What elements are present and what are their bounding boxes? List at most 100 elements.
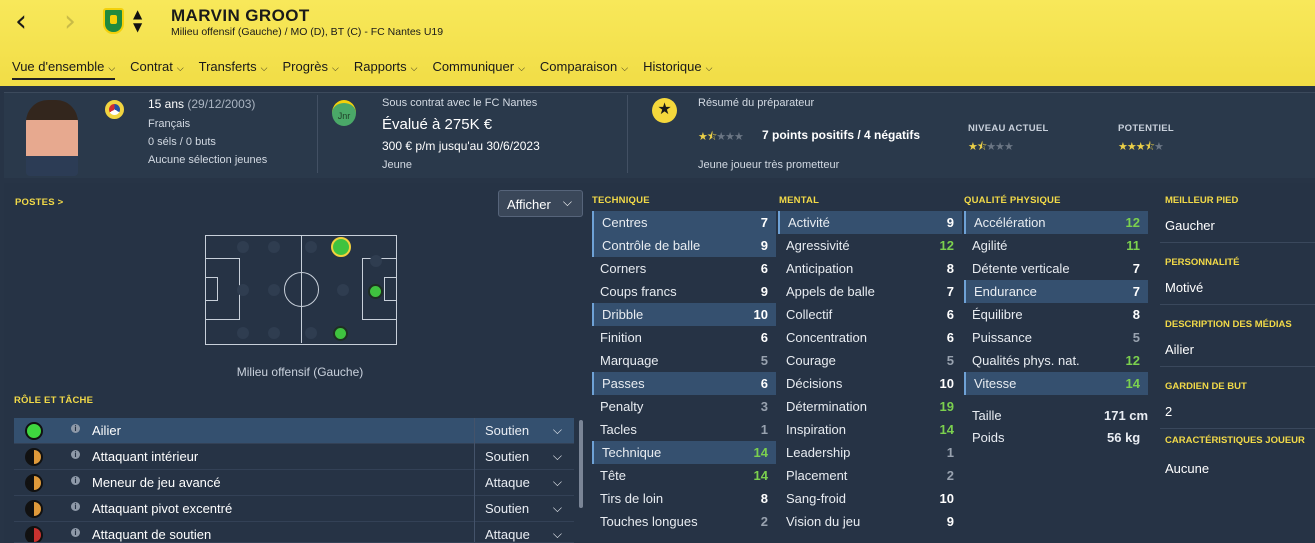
role-row[interactable]: i Attaquant de soutien Attaque ⌵ (14, 522, 574, 543)
attribute-name: Puissance (972, 330, 1032, 345)
attribute-row[interactable]: Collectif 6 (778, 303, 962, 326)
display-dropdown[interactable]: Afficher ⌵ (498, 190, 583, 217)
position-marker-main[interactable] (331, 237, 351, 257)
current-ability-label: NIVEAU ACTUEL (968, 123, 1049, 134)
attribute-row[interactable]: Inspiration 14 (778, 418, 962, 441)
duty-dropdown[interactable]: Attaque ⌵ (474, 470, 574, 496)
position-marker-amr[interactable] (333, 326, 348, 341)
attribute-name: Concentration (786, 330, 867, 345)
position-marker-st[interactable] (368, 284, 383, 299)
current-ability-stars: ★⯪★★★ (968, 141, 1014, 153)
weight-label: Poids (972, 430, 1005, 445)
attribute-name: Corners (600, 261, 647, 276)
attribute-row[interactable]: Dribble 10 (592, 303, 776, 326)
player-avatar[interactable] (26, 100, 78, 176)
attribute-name: Technique (602, 445, 662, 460)
attribute-row[interactable]: Leadership 1 (778, 441, 962, 464)
back-arrow-icon[interactable]: ‹ (15, 7, 27, 37)
attribute-name: Coups francs (600, 284, 677, 299)
role-row[interactable]: i Attaquant pivot excentré Soutien ⌵ (14, 496, 574, 522)
attribute-row[interactable]: Accélération 12 (964, 211, 1148, 234)
attribute-row[interactable]: Appels de balle 7 (778, 280, 962, 303)
attribute-row[interactable]: Vitesse 14 (964, 372, 1148, 395)
duty-dropdown[interactable]: Soutien ⌵ (474, 444, 574, 470)
positions-link[interactable]: POSTES > (15, 197, 63, 208)
attribute-row[interactable]: Sang-froid 10 (778, 487, 962, 510)
attribute-value: 6 (760, 330, 768, 345)
up-down-arrows-icon[interactable]: ▲ ▼ (133, 8, 142, 34)
duty-dropdown[interactable]: Soutien ⌵ (474, 418, 574, 444)
attribute-row[interactable]: Coups francs 9 (592, 280, 776, 303)
attribute-row[interactable]: Agilité 11 (964, 234, 1148, 257)
duty-dropdown[interactable]: Attaque ⌵ (474, 522, 574, 542)
attribute-value: 14 (753, 468, 768, 483)
attribute-row[interactable]: Tacles 1 (592, 418, 776, 441)
best-foot-value: Gaucher (1165, 218, 1215, 233)
attribute-value: 7 (1132, 261, 1140, 276)
roles-scrollbar[interactable] (579, 420, 583, 508)
attribute-value: 6 (760, 376, 768, 391)
attribute-row[interactable]: Équilibre 8 (964, 303, 1148, 326)
attribute-row[interactable]: Centres 7 (592, 211, 776, 234)
attribute-row[interactable]: Penalty 3 (592, 395, 776, 418)
tab-transfers[interactable]: Transferts ⌵ (199, 59, 268, 80)
attribute-name: Tête (600, 468, 627, 483)
tab-comparison[interactable]: Comparaison ⌵ (540, 59, 628, 80)
attribute-row[interactable]: Endurance 7 (964, 280, 1148, 303)
club-crest-icon[interactable] (103, 8, 124, 34)
attribute-row[interactable]: Finition 6 (592, 326, 776, 349)
attribute-row[interactable]: Détermination 19 (778, 395, 962, 418)
attribute-row[interactable]: Activité 9 (778, 211, 962, 234)
attribute-row[interactable]: Placement 2 (778, 464, 962, 487)
player-name: MARVIN GROOT (171, 6, 310, 25)
attribute-row[interactable]: Vision du jeu 9 (778, 510, 962, 533)
attribute-row[interactable]: Qualités phys. nat. 12 (964, 349, 1148, 372)
tab-progress[interactable]: Progrès ⌵ (283, 59, 339, 80)
attribute-value: 6 (760, 261, 768, 276)
attribute-row[interactable]: Décisions 10 (778, 372, 962, 395)
attribute-name: Inspiration (786, 422, 846, 437)
attribute-row[interactable]: Marquage 5 (592, 349, 776, 372)
coach-summary: Jeune joueur très prometteur (698, 159, 840, 171)
player-traits-value: Aucune (1165, 461, 1210, 476)
attribute-row[interactable]: Passes 6 (592, 372, 776, 395)
position-slot (237, 284, 249, 296)
attribute-value: 7 (1132, 284, 1140, 299)
attribute-row[interactable]: Anticipation 8 (778, 257, 962, 280)
age-line: 15 ans (29/12/2003) (148, 97, 256, 111)
tab-reports[interactable]: Rapports ⌵ (354, 59, 418, 80)
tab-contract[interactable]: Contrat ⌵ (130, 59, 183, 80)
role-row[interactable]: i Attaquant intérieur Soutien ⌵ (14, 444, 574, 470)
attribute-row[interactable]: Corners 6 (592, 257, 776, 280)
duty-dropdown[interactable]: Soutien ⌵ (474, 496, 574, 522)
forward-arrow-icon[interactable]: › (64, 7, 76, 37)
attribute-value: 2 (760, 514, 768, 529)
divider (317, 95, 318, 173)
attribute-row[interactable]: Courage 5 (778, 349, 962, 372)
france-flag-icon[interactable] (103, 98, 126, 121)
attribute-name: Sang-froid (786, 491, 846, 506)
info-icon: i (71, 424, 80, 433)
attribute-row[interactable]: Technique 14 (592, 441, 776, 464)
attribute-row[interactable]: Contrôle de balle 9 (592, 234, 776, 257)
attribute-name: Courage (786, 353, 836, 368)
tab-history[interactable]: Historique ⌵ (643, 59, 712, 80)
attribute-name: Contrôle de balle (602, 238, 701, 253)
attribute-row[interactable]: Touches longues 2 (592, 510, 776, 533)
attribute-row[interactable]: Puissance 5 (964, 326, 1148, 349)
attribute-value: 14 (753, 445, 768, 460)
tab-overview[interactable]: Vue d'ensemble ⌵ (12, 59, 116, 80)
attribute-row[interactable]: Détente verticale 7 (964, 257, 1148, 280)
position-slot (305, 241, 317, 253)
attribute-row[interactable]: Agressivité 12 (778, 234, 962, 257)
tab-communicate[interactable]: Communiquer ⌵ (432, 59, 524, 80)
coach-report-title[interactable]: Résumé du préparateur (698, 97, 814, 109)
attribute-row[interactable]: Tirs de loin 8 (592, 487, 776, 510)
junior-badge-icon: Jnr (332, 100, 356, 126)
attribute-row[interactable]: Concentration 6 (778, 326, 962, 349)
role-row[interactable]: i Ailier Soutien ⌵ (14, 418, 574, 444)
personality-value: Motivé (1165, 280, 1204, 295)
attribute-row[interactable]: Tête 14 (592, 464, 776, 487)
player-value[interactable]: Évalué à 275K € (382, 116, 492, 133)
role-row[interactable]: i Meneur de jeu avancé Attaque ⌵ (14, 470, 574, 496)
